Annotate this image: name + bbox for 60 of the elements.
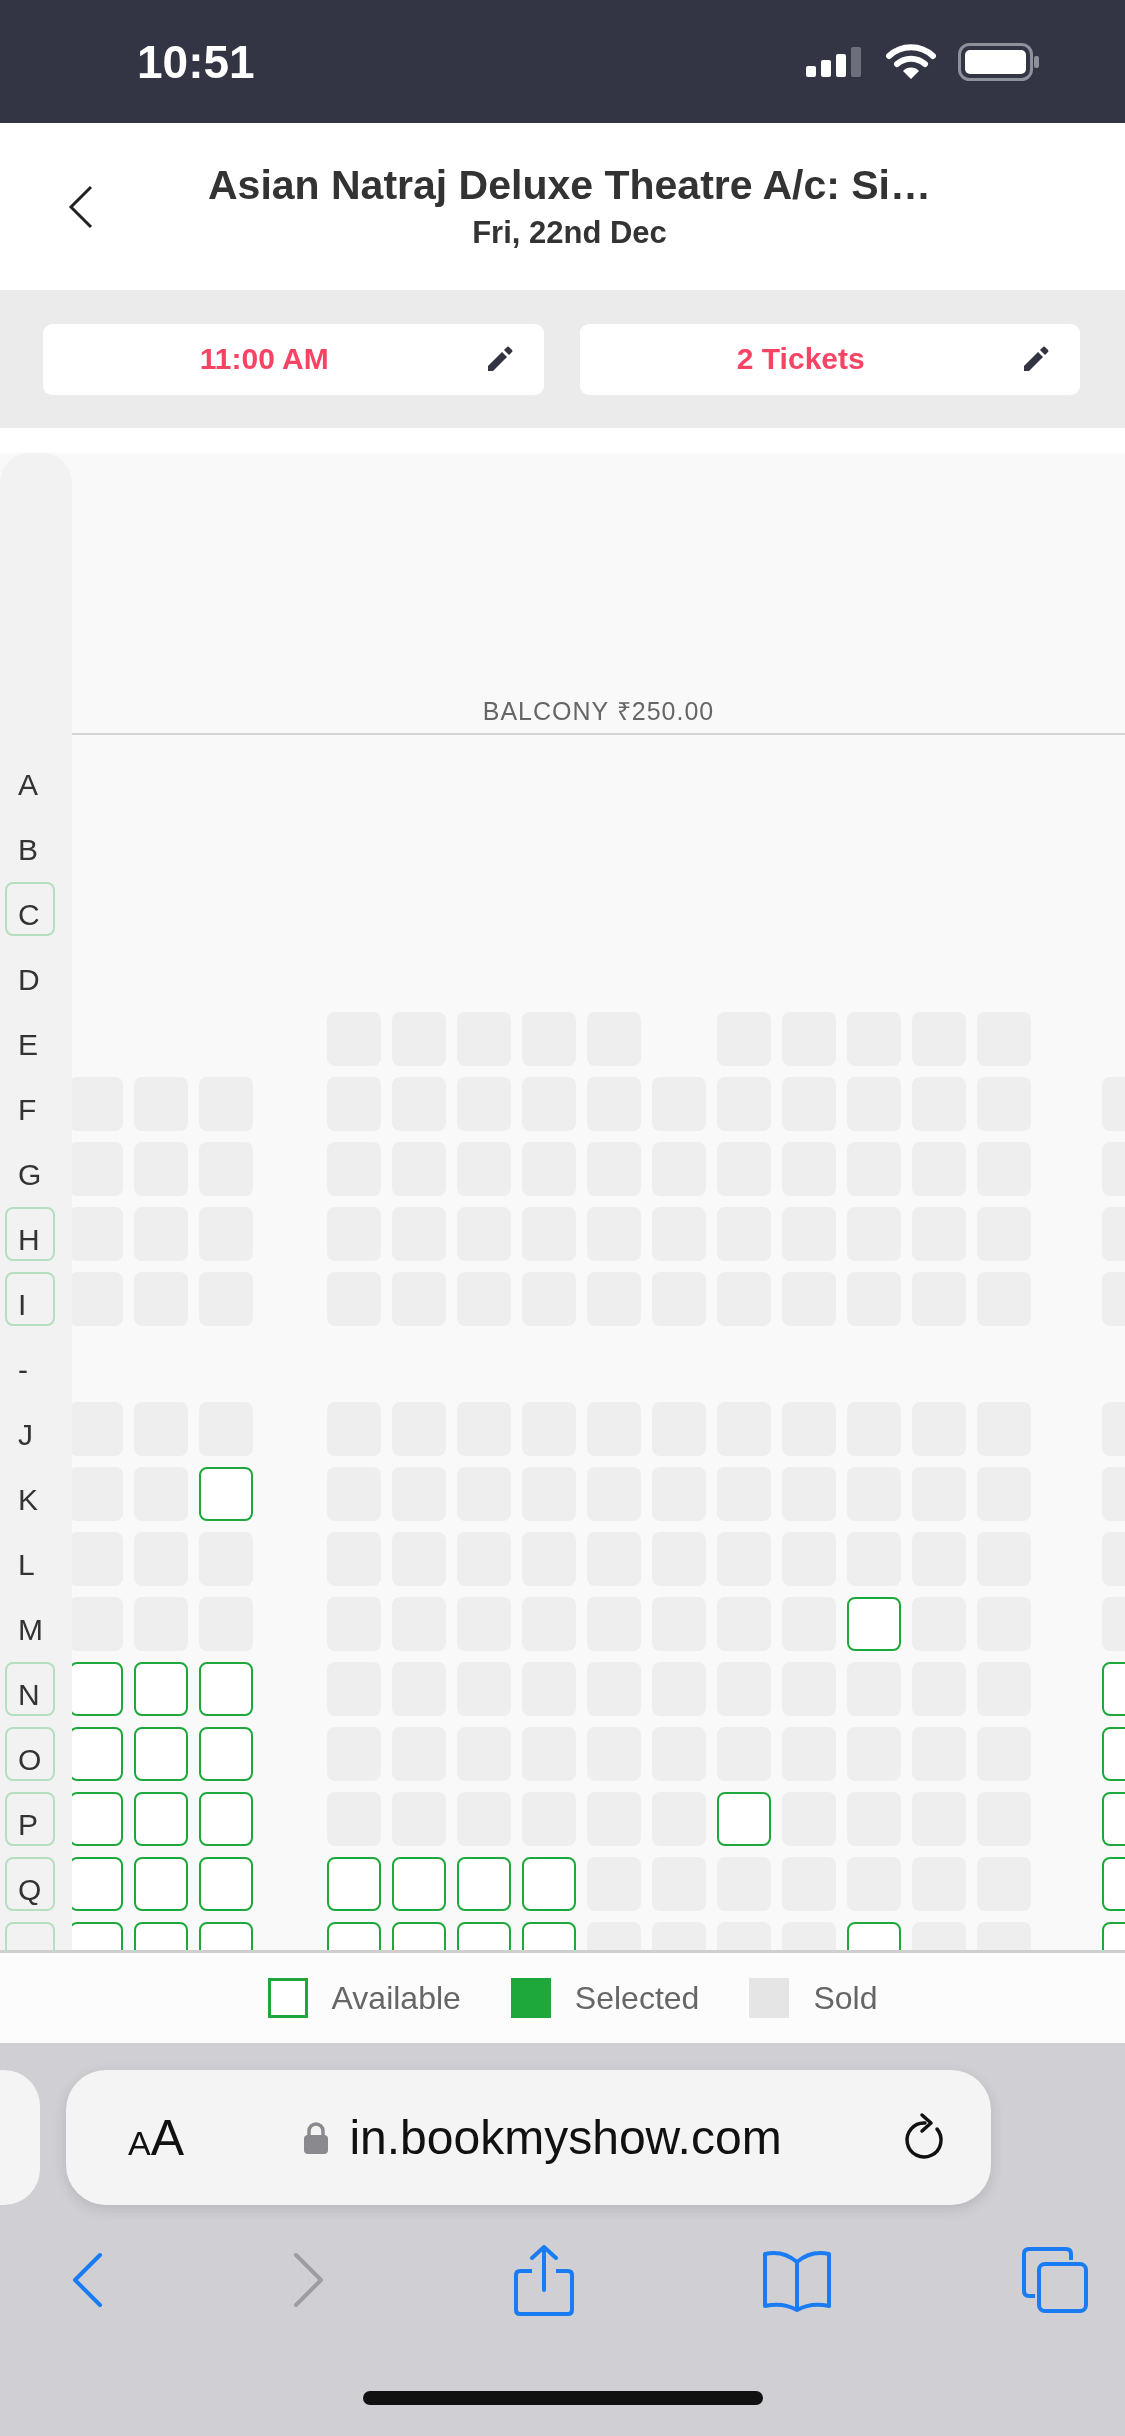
share-icon[interactable] <box>513 2244 574 2316</box>
url-text: in.bookmyshow.com <box>349 2110 782 2165</box>
signal-icon <box>806 46 864 77</box>
row-label: F <box>17 1092 38 1128</box>
row-label: B <box>17 832 39 868</box>
selector-button[interactable]: 2 Tickets <box>579 323 1080 395</box>
row-label: C <box>5 882 55 936</box>
row-label: E <box>17 1027 39 1063</box>
row-label: D <box>17 962 41 998</box>
available-seat[interactable] <box>392 1857 446 1911</box>
available-seat[interactable] <box>457 1857 511 1911</box>
lock-icon <box>303 2120 330 2155</box>
available-seat[interactable] <box>134 1662 188 1716</box>
available-seat[interactable] <box>199 1662 253 1716</box>
pencil-icon <box>1022 345 1050 373</box>
available-seat[interactable] <box>72 1792 123 1846</box>
available-seat[interactable] <box>847 1597 901 1651</box>
row-label: L <box>17 1547 36 1583</box>
row-label: J <box>17 1417 34 1453</box>
legend-label: Sold <box>813 1979 878 2017</box>
wifi-icon <box>886 43 936 80</box>
available-seat[interactable] <box>72 1727 123 1781</box>
section-label: BALCONY ₹250.00 <box>482 696 715 727</box>
row-label: Q <box>5 1857 55 1911</box>
row-label: I <box>5 1272 55 1326</box>
available-seat[interactable] <box>72 1857 123 1911</box>
available-seat[interactable] <box>199 1727 253 1781</box>
legend-label: Selected <box>574 1979 700 2017</box>
book-icon[interactable] <box>761 2248 834 2312</box>
row-label: G <box>17 1157 43 1193</box>
forward-icon[interactable] <box>291 2252 326 2308</box>
tabs-icon[interactable] <box>1021 2246 1089 2314</box>
row-label: A <box>17 767 39 803</box>
available-seat[interactable] <box>134 1857 188 1911</box>
theatre-title: Asian Natraj Deluxe Theatre A/c: Si… <box>207 162 931 209</box>
selector-button[interactable]: 11:00 AM <box>43 323 544 395</box>
available-seat[interactable] <box>199 1792 253 1846</box>
back-icon[interactable] <box>68 184 94 229</box>
available-seat[interactable] <box>134 1727 188 1781</box>
row-label: P <box>5 1792 55 1846</box>
address-bar[interactable]: AA in.bookmyshow.com <box>66 2070 991 2205</box>
row-label: H <box>5 1207 55 1261</box>
row-label: N <box>5 1662 55 1716</box>
row-label: M <box>17 1612 44 1648</box>
available-seat[interactable] <box>134 1792 188 1846</box>
legend-label: Available <box>331 1979 461 2017</box>
available-seat[interactable] <box>199 1467 253 1521</box>
row-label: - <box>17 1352 29 1388</box>
available-seat[interactable] <box>717 1792 771 1846</box>
battery-icon <box>958 42 1040 81</box>
pencil-icon <box>485 345 514 373</box>
row-label: K <box>17 1482 39 1518</box>
row-label: O <box>5 1727 55 1781</box>
available-seat[interactable] <box>327 1857 381 1911</box>
show-date: Fri, 22nd Dec <box>472 215 667 251</box>
available-seat[interactable] <box>72 1662 123 1716</box>
status-time: 10:51 <box>137 34 255 89</box>
available-seat[interactable] <box>199 1857 253 1911</box>
text-size-button[interactable]: AA <box>128 2108 185 2167</box>
available-seat[interactable] <box>522 1857 576 1911</box>
